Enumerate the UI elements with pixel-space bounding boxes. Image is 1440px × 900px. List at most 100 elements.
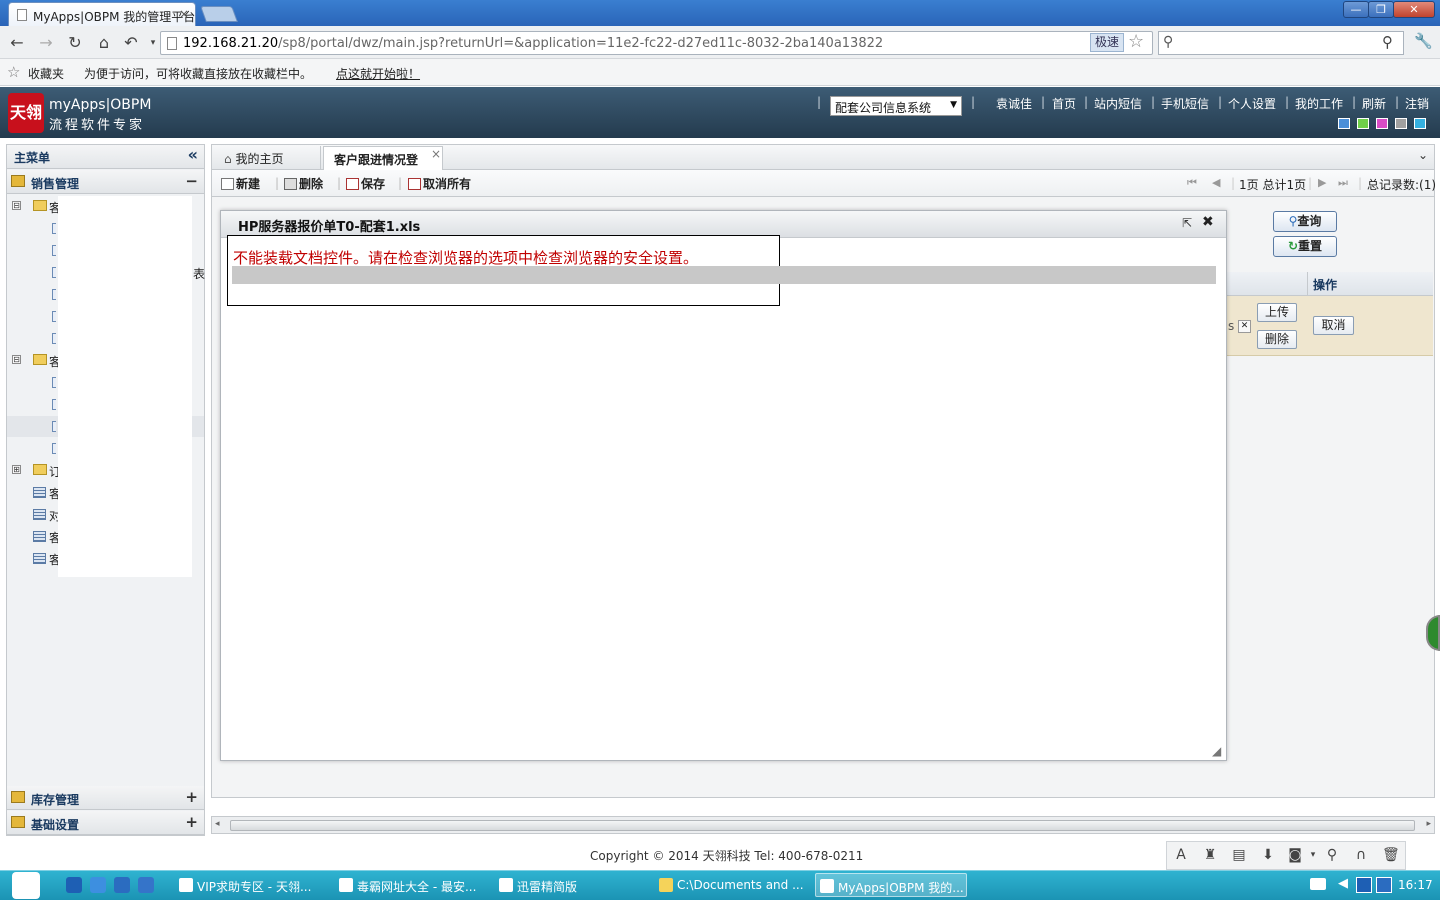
tree-collapse-icon[interactable]: ⊟ (12, 201, 21, 210)
collapse-sidebar-icon[interactable]: « (188, 145, 198, 164)
new-button[interactable]: 新建 (221, 175, 260, 192)
header-link-refresh[interactable]: 刷新 (1362, 95, 1386, 112)
sidebar-section-inventory[interactable]: 库存管理 + (7, 786, 204, 810)
start-button[interactable] (12, 872, 40, 899)
print-icon[interactable]: ▤ (1231, 847, 1247, 863)
upload-button[interactable]: 上传 (1257, 303, 1297, 322)
tree-expand-icon[interactable]: ⊞ (12, 465, 21, 474)
header-link-user[interactable]: 袁诚佳 (996, 95, 1032, 112)
quicklaunch-icon[interactable] (114, 877, 130, 893)
cancel-all-button[interactable]: 取消所有 (408, 175, 471, 192)
tab-list-chevron-icon[interactable]: ⌄ (1418, 148, 1428, 162)
back-arrow-icon[interactable]: ← (7, 33, 27, 53)
theme-swatch-green[interactable] (1357, 118, 1369, 129)
horizontal-scrollbar[interactable]: ◂ ▸ (211, 816, 1435, 834)
system-select[interactable]: 配套公司信息系统 ▼ (830, 96, 962, 116)
dialog-titlebar[interactable]: HP服务器报价单T0-配套1.xls (221, 211, 1226, 238)
taskbar-item[interactable]: VIP求助专区 - 天翎... (175, 873, 325, 897)
camera-icon[interactable]: ◙ (1287, 847, 1303, 863)
favorites-star-icon[interactable]: ☆ (7, 63, 20, 81)
cancel-row-button[interactable]: 取消 (1313, 316, 1354, 335)
header-link-inbox[interactable]: 站内短信 (1094, 95, 1142, 112)
search-icon[interactable]: ⚲ (1382, 33, 1393, 51)
browser-tab[interactable]: MyApps|OBPM 我的管理平台 × (8, 2, 196, 26)
theme-swatch-cyan[interactable] (1414, 118, 1426, 129)
collapse-icon[interactable]: − (185, 172, 198, 190)
doc-icon (52, 245, 56, 256)
home-icon[interactable]: ⌂ (94, 33, 114, 53)
expand-icon[interactable]: + (185, 788, 198, 806)
browser-search-input[interactable]: ⚲ (1158, 31, 1404, 55)
taskbar-item-label: 迅雷精简版 (517, 880, 578, 894)
tab-close-icon[interactable]: × (431, 147, 441, 161)
tab-customer-followup[interactable]: 客户跟进情况登 × (323, 146, 443, 170)
keyboard-icon[interactable] (1310, 878, 1326, 890)
header-link-logout[interactable]: 注销 (1405, 95, 1429, 112)
control-placeholder-bar (232, 266, 1216, 284)
ie-icon[interactable] (90, 877, 106, 893)
delete-file-button[interactable]: 删除 (1257, 330, 1297, 349)
theme-swatch-purple[interactable] (1376, 118, 1388, 129)
prev-page-icon[interactable]: ◀ (1212, 176, 1220, 189)
headphone-icon[interactable]: ∩ (1353, 847, 1369, 863)
scroll-right-icon[interactable]: ▸ (1426, 819, 1431, 829)
last-page-icon[interactable]: ⏭ (1338, 176, 1348, 190)
tab-home[interactable]: ⌂ 我的主页 (214, 146, 321, 170)
app-icon (499, 878, 513, 892)
tray-icon[interactable] (1376, 877, 1392, 893)
taskbar-item-active[interactable]: MyApps|OBPM 我的... (815, 873, 967, 897)
first-page-icon[interactable]: ⏮ (1187, 176, 1197, 190)
camera-dropdown-icon[interactable]: ▾ (1305, 847, 1321, 863)
taskbar-item[interactable]: 毒霸网址大全 - 最安... (335, 873, 485, 897)
taskbar-item[interactable]: C:\Documents and ... (655, 873, 805, 897)
favorites-label[interactable]: 收藏夹 (28, 65, 64, 82)
delete-button[interactable]: 删除 (284, 175, 323, 192)
maximize-button[interactable]: ❐ (1368, 1, 1394, 18)
wrench-icon[interactable]: 🔧 (1414, 32, 1433, 50)
close-dialog-icon[interactable]: ✖ (1202, 214, 1214, 230)
resize-grip-icon[interactable]: ◢ (1212, 744, 1221, 758)
header-link-mywork[interactable]: 我的工作 (1295, 95, 1343, 112)
minimize-button[interactable]: — (1343, 1, 1369, 18)
expand-icon[interactable]: + (185, 813, 198, 831)
bookmarks-hint-link[interactable]: 点这就开始啦！ (336, 65, 420, 82)
trash-icon[interactable]: 🗑 (1382, 847, 1400, 863)
address-bar[interactable]: 192.168.21.20/sp8/portal/dwz/main.jsp?re… (160, 31, 1153, 55)
quicklaunch-icon[interactable] (66, 877, 82, 893)
quicklaunch-icon[interactable] (138, 877, 154, 893)
reset-button[interactable]: ↻重置 (1273, 236, 1337, 257)
floating-widget[interactable] (1426, 615, 1440, 651)
search-engine-icon[interactable]: ⚲ (1163, 34, 1173, 50)
maximize-dialog-icon[interactable]: ⇱ (1182, 216, 1192, 230)
window-close-button[interactable]: ✕ (1393, 1, 1435, 18)
zoom-icon[interactable]: ⚲ (1324, 847, 1340, 863)
header-link-home[interactable]: 首页 (1052, 95, 1076, 112)
header-link-settings[interactable]: 个人设置 (1228, 95, 1276, 112)
new-tab-button[interactable] (200, 6, 238, 22)
query-button[interactable]: ⚲查询 (1273, 211, 1337, 232)
download-icon[interactable]: ⬇ (1260, 847, 1276, 863)
star-icon[interactable]: ☆ (1128, 31, 1144, 52)
theme-swatch-blue[interactable] (1338, 118, 1350, 129)
shirt-icon[interactable]: ♜ (1202, 847, 1218, 863)
tray-expand-icon[interactable]: ◀ (1338, 876, 1348, 891)
header-link-sms[interactable]: 手机短信 (1161, 95, 1209, 112)
theme-swatch-gray[interactable] (1395, 118, 1407, 129)
speed-mode-badge[interactable]: 极速 (1090, 33, 1124, 52)
save-button[interactable]: 保存 (346, 175, 385, 192)
scrollbar-thumb[interactable] (230, 820, 1415, 831)
next-page-icon[interactable]: ▶ (1318, 176, 1326, 189)
grid-icon (33, 487, 46, 498)
font-size-icon[interactable]: A (1173, 847, 1189, 863)
reload-icon[interactable]: ↻ (65, 33, 85, 53)
sidebar-section-sales[interactable]: 销售管理 − (7, 170, 204, 194)
undo-icon[interactable]: ↶ (121, 33, 141, 53)
tree-collapse-icon[interactable]: ⊟ (12, 355, 21, 364)
taskbar-item[interactable]: 迅雷精简版 (495, 873, 645, 897)
remove-file-icon[interactable]: ✕ (1238, 320, 1251, 333)
forward-arrow-icon[interactable]: → (36, 33, 56, 53)
tray-icon[interactable] (1356, 877, 1372, 893)
sidebar-section-settings[interactable]: 基础设置 + (7, 811, 204, 835)
scroll-left-icon[interactable]: ◂ (215, 819, 220, 829)
tab-close-icon[interactable]: × (179, 7, 189, 21)
